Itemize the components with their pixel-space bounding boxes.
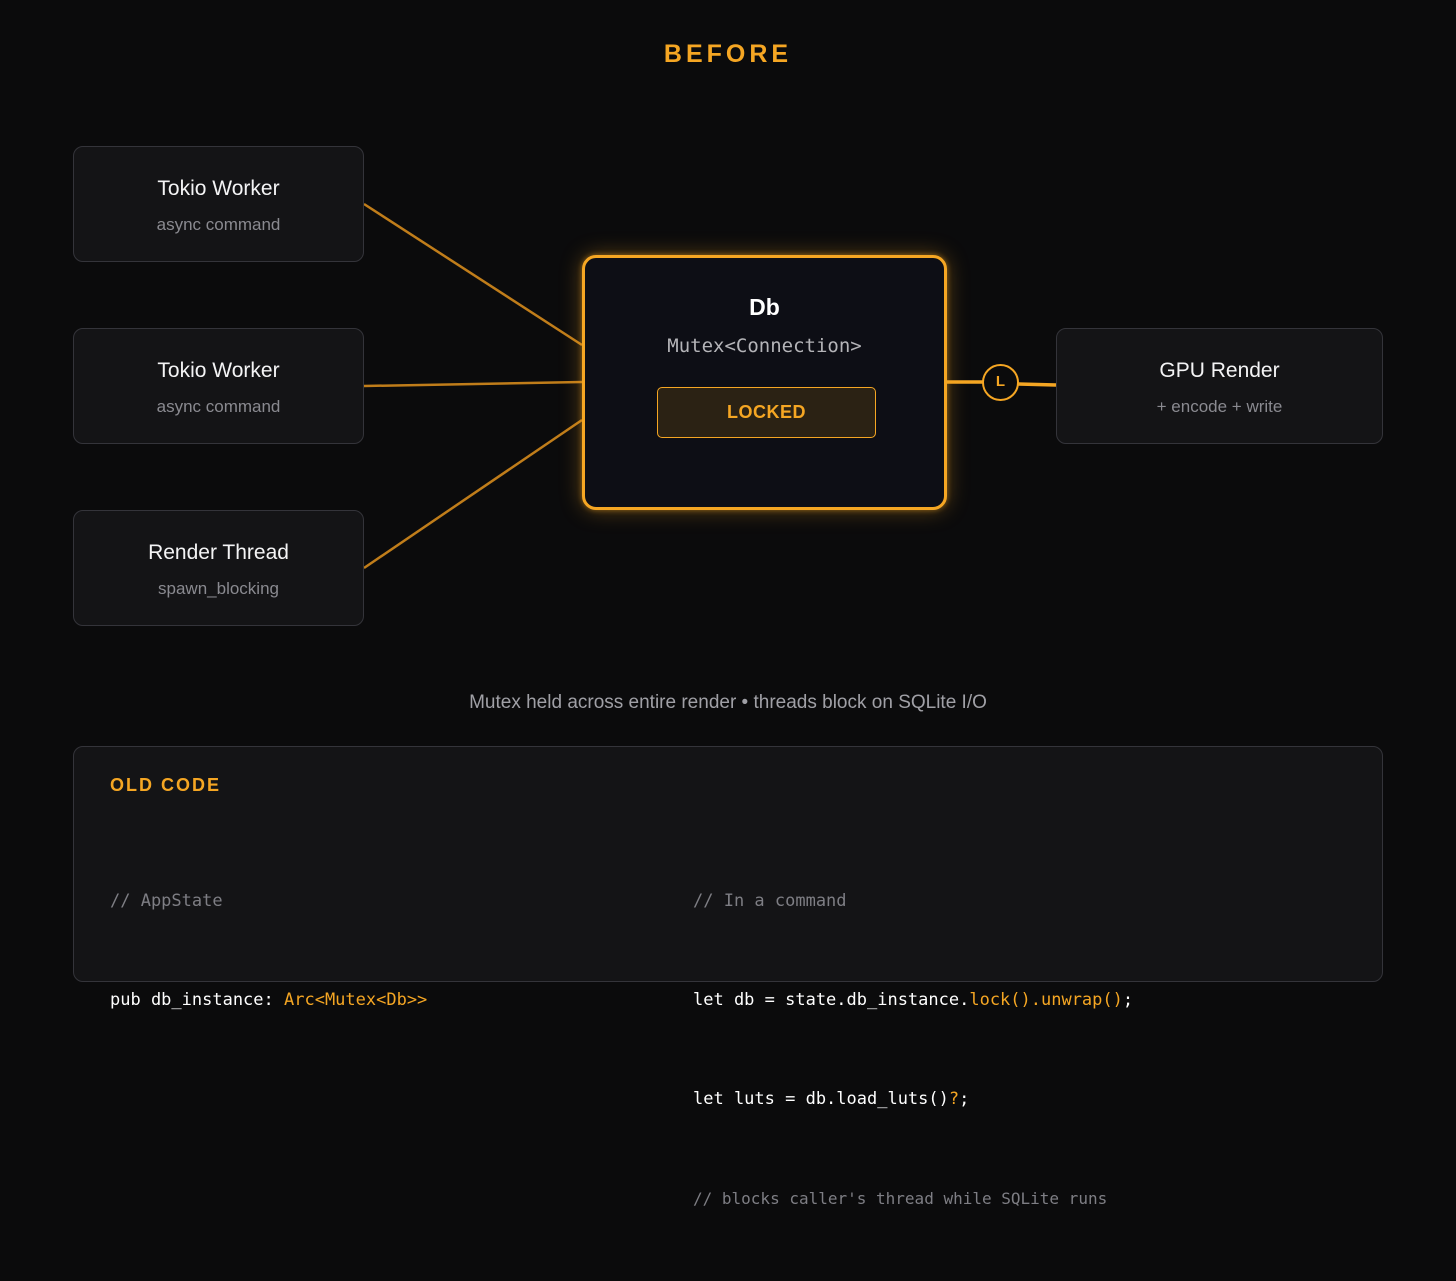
connector-worker1-db bbox=[363, 202, 583, 347]
locked-badge: LOCKED bbox=[657, 387, 876, 438]
node-title: Tokio Worker bbox=[157, 177, 280, 200]
tokio-worker-node-1: Tokio Worker async command bbox=[73, 146, 364, 262]
node-subtitle: spawn_blocking bbox=[158, 579, 279, 598]
node-subtitle: + encode + write bbox=[1156, 397, 1283, 416]
connector-lock-gpu bbox=[1017, 382, 1057, 387]
render-thread-node: Render Thread spawn_blocking bbox=[73, 510, 364, 626]
code-text: let db = state.db_instance. bbox=[693, 990, 970, 1010]
node-subtitle: async command bbox=[156, 397, 281, 416]
db-subtitle: Mutex<Connection> bbox=[667, 335, 862, 357]
code-text: pub db_instance: bbox=[110, 990, 284, 1010]
node-title: Render Thread bbox=[148, 541, 289, 564]
diagram-caption: Mutex held across entire render • thread… bbox=[469, 692, 987, 713]
code-comment: // In a command bbox=[693, 891, 847, 911]
db-title: Db bbox=[749, 294, 780, 320]
connector-worker2-db bbox=[363, 380, 583, 388]
db-node: Db Mutex<Connection> LOCKED bbox=[582, 255, 947, 510]
lock-marker-icon: L bbox=[982, 364, 1019, 401]
code-column-appstate: // AppState pub db_instance: Arc<Mutex<D… bbox=[110, 819, 427, 1083]
code-comment: // blocks caller's thread while SQLite r… bbox=[693, 1189, 1108, 1208]
gpu-render-node: GPU Render + encode + write bbox=[1056, 328, 1383, 444]
code-line: pub db_instance: Arc<Mutex<Db>> bbox=[110, 984, 427, 1017]
code-comment: // AppState bbox=[110, 891, 223, 911]
tokio-worker-node-2: Tokio Worker async command bbox=[73, 328, 364, 444]
code-text: ; bbox=[1122, 990, 1134, 1010]
node-title: Tokio Worker bbox=[157, 359, 280, 382]
code-line: let db = state.db_instance.lock().unwrap… bbox=[693, 984, 1133, 1017]
node-subtitle: async command bbox=[156, 215, 281, 234]
code-try-highlight: ? bbox=[948, 1089, 960, 1109]
code-column-command: // In a command let db = state.db_instan… bbox=[693, 819, 1133, 1281]
code-lock-highlight: lock().unwrap() bbox=[969, 990, 1123, 1010]
node-title: GPU Render bbox=[1159, 359, 1280, 382]
connector-render-thread-db bbox=[363, 418, 583, 570]
code-type-highlight: Arc<Mutex<Db>> bbox=[284, 990, 428, 1010]
old-code-panel: OLD CODE // AppState pub db_instance: Ar… bbox=[73, 746, 1383, 1208]
code-text: let luts = db.load_luts() bbox=[693, 1089, 949, 1109]
code-heading: OLD CODE bbox=[110, 775, 222, 795]
code-text: ; bbox=[959, 1089, 970, 1109]
code-line: let luts = db.load_luts()?; bbox=[693, 1083, 1133, 1116]
